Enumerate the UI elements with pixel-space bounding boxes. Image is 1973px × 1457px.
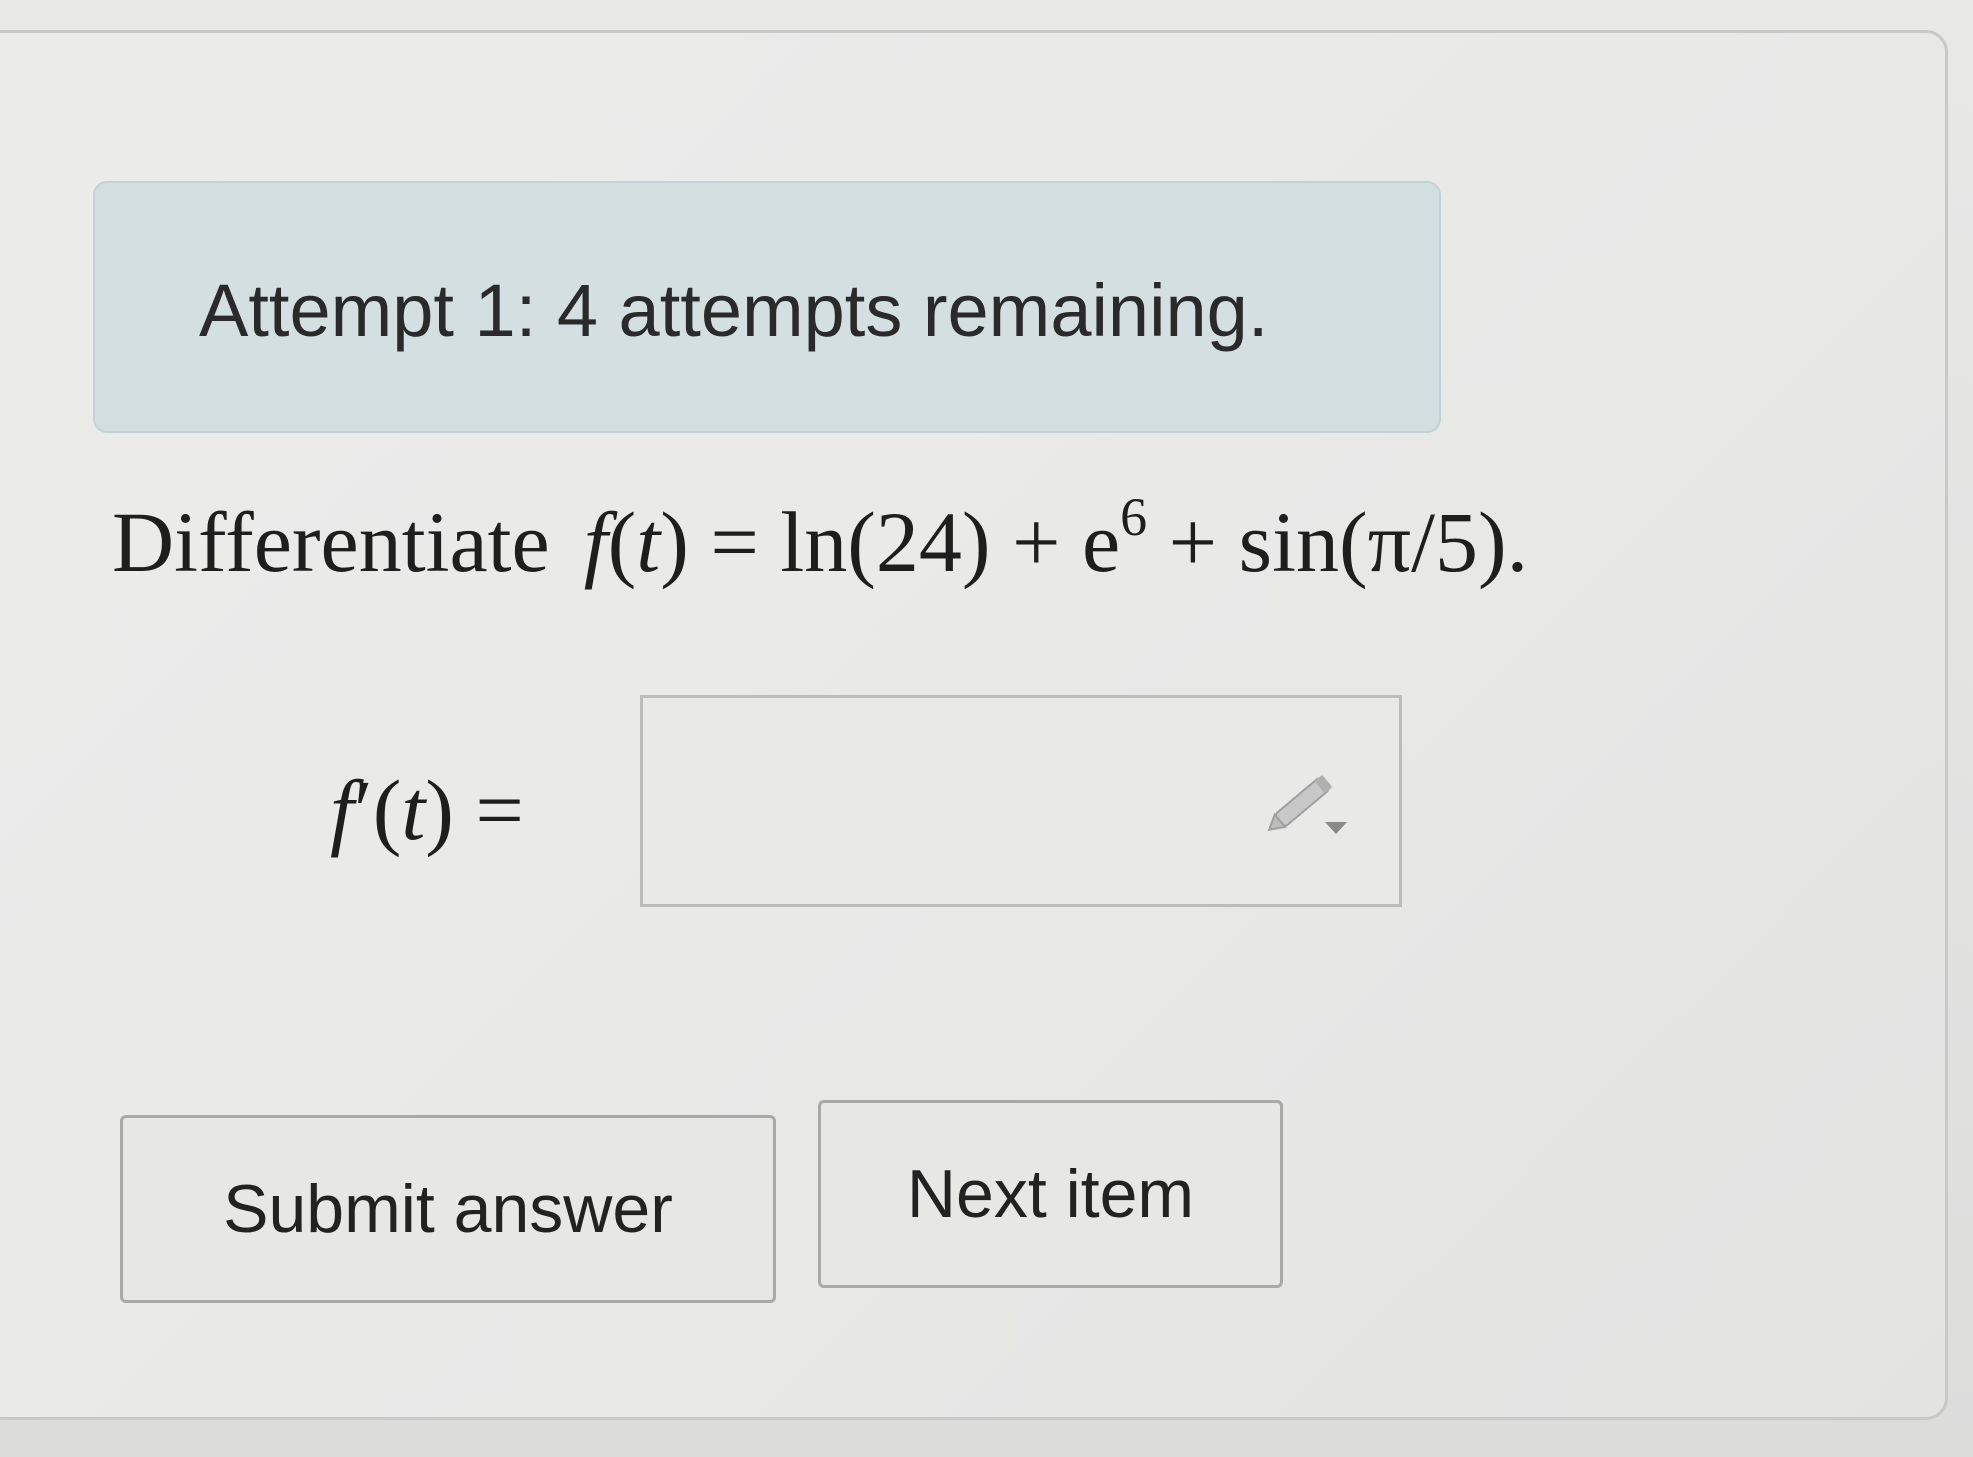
answer-input[interactable] [640,695,1402,907]
derivative-label: f′(t) = [330,762,524,858]
screen: Attempt 1: 4 attempts remaining. Differe… [0,0,1973,1457]
attempts-text: Attempt 1: 4 attempts remaining. [199,269,1269,352]
instruction-text: Differentiate [112,494,550,590]
problem-statement: Differentiate f(t) = ln(24) + e6 + sin(π/… [112,487,1529,592]
next-item-button[interactable]: Next item [818,1100,1283,1288]
submit-answer-button[interactable]: Submit answer [120,1115,776,1303]
exponent: 6 [1120,487,1148,547]
pencil-icon[interactable] [1265,756,1355,846]
function-expression: f(t) = ln(24) + e6 + sin(π/5). [583,487,1529,590]
attempts-alert: Attempt 1: 4 attempts remaining. [93,181,1441,433]
